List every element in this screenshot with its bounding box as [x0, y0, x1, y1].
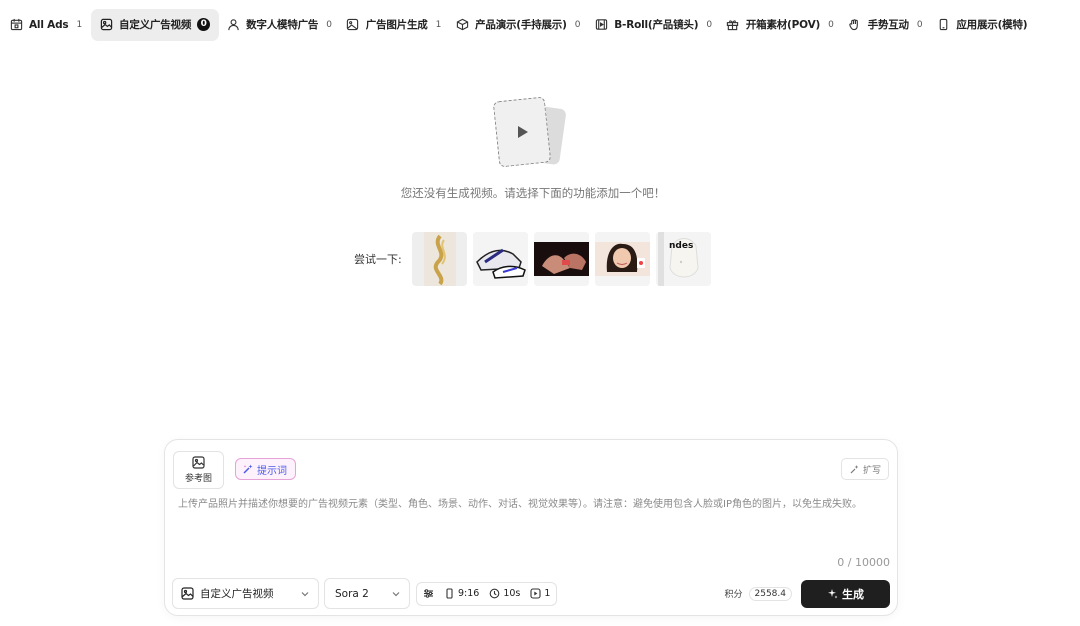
aspect-ratio-option[interactable]: 9:16 — [444, 588, 479, 599]
cube-icon — [455, 18, 469, 32]
prompt-composer: 参考图 提示词 扩写 0 / 10000 自定义广告视频 Sora 2 9:16 — [164, 439, 898, 616]
empty-video-illustration — [492, 96, 571, 170]
tab-label: 数字人模特广告 — [246, 19, 319, 31]
sample-thumbnails: ndes — [412, 232, 711, 286]
expand-label: 扩写 — [862, 465, 881, 476]
ad-type-select[interactable]: 自定义广告视频 — [172, 578, 319, 609]
prompt-tag-chip[interactable]: 提示词 — [235, 458, 296, 480]
tab-count: 0 — [574, 19, 581, 30]
image-upload-icon — [192, 456, 205, 469]
phone-icon — [446, 588, 453, 599]
chevron-down-icon — [392, 591, 400, 596]
image-icon — [181, 587, 194, 600]
gift-icon — [726, 18, 740, 32]
prompt-textarea[interactable] — [178, 497, 890, 557]
clock-icon — [489, 588, 500, 599]
video-options[interactable]: 9:16 10s 1 — [416, 581, 558, 606]
tab-label: B-Roll(产品镜头) — [614, 19, 699, 31]
tab-count: 0 — [916, 19, 923, 30]
settings-option[interactable] — [423, 588, 434, 599]
quantity-option[interactable]: 1 — [530, 588, 550, 599]
sparkle-icon — [850, 464, 859, 473]
sample-girl-selfie[interactable] — [595, 232, 650, 286]
gold-jewelry-image — [423, 232, 456, 286]
ad-type-tabs: All Ads 1 自定义广告视频 0 数字人模特广告 0 广告图片生成 1 产… — [0, 8, 1080, 41]
hands-product-image — [534, 232, 589, 286]
phone-icon — [936, 18, 950, 32]
tab-count: 0 — [828, 19, 834, 30]
char-counter: 0 / 10000 — [837, 556, 890, 569]
ad-type-value: 自定义广告视频 — [200, 588, 274, 600]
prompt-tag-label: 提示词 — [257, 465, 287, 477]
tab-unboxing-pov[interactable]: 开箱素材(POV) 0 — [721, 9, 841, 41]
tab-label: 产品演示(手持展示) — [475, 19, 567, 31]
play-icon — [518, 126, 528, 138]
credits-display: 积分 2558.4 — [724, 586, 792, 601]
try-samples-row: 尝试一下: ndes — [354, 232, 711, 286]
reference-image-label: 参考图 — [184, 474, 212, 484]
magic-icon — [243, 464, 253, 474]
generate-button[interactable]: 生成 — [801, 579, 890, 608]
tab-count: 1 — [435, 19, 442, 30]
chevron-down-icon — [301, 591, 309, 596]
tab-label: 广告图片生成 — [365, 19, 428, 31]
play-box-icon — [530, 588, 541, 599]
film-icon — [594, 18, 608, 32]
sliders-icon — [424, 589, 433, 598]
credits-label: 积分 — [724, 590, 743, 600]
tab-custom-ad-video[interactable]: 自定义广告视频 0 — [91, 8, 220, 41]
empty-state-message: 您还没有生成视频。请选择下面的功能添加一个吧！ — [400, 186, 666, 200]
svg-text:ndes: ndes — [669, 241, 693, 251]
card-front — [492, 96, 552, 168]
tab-all-ads[interactable]: All Ads 1 — [4, 9, 89, 41]
sneakers-image — [473, 232, 528, 286]
tab-count: 0 — [706, 19, 712, 30]
composer-toolbar: 自定义广告视频 Sora 2 9:16 10s 1 积分 2558.4 生成 — [172, 578, 890, 609]
try-label: 尝试一下: — [354, 253, 402, 266]
tab-count: 0 — [326, 19, 332, 30]
model-value: Sora 2 — [335, 587, 369, 600]
user-icon — [226, 18, 240, 32]
tab-count: 1 — [76, 19, 83, 30]
reference-image-button[interactable]: 参考图 — [173, 451, 224, 489]
tab-gesture-interaction[interactable]: 手势互动 0 — [843, 9, 930, 41]
tab-product-demo[interactable]: 产品演示(手持展示) 0 — [450, 9, 587, 41]
sample-hands-product[interactable] — [534, 232, 589, 286]
tab-label: All Ads — [29, 18, 69, 31]
duration-value: 10s — [503, 588, 521, 599]
sample-sweatshirt[interactable]: ndes — [656, 232, 711, 286]
quantity-value: 1 — [544, 588, 551, 599]
duration-option[interactable]: 10s — [489, 588, 520, 599]
picture-icon — [346, 18, 360, 32]
tab-digital-human-ad[interactable]: 数字人模特广告 0 — [221, 9, 339, 41]
tab-label: 应用展示(模特) — [956, 19, 1028, 31]
sample-sneakers[interactable] — [473, 232, 528, 286]
sweatshirt-image: ndes — [656, 232, 711, 286]
tab-label: 手势互动 — [867, 19, 909, 31]
calendar-icon — [9, 18, 23, 32]
tab-b-roll[interactable]: B-Roll(产品镜头) 0 — [589, 9, 719, 41]
tab-app-showcase[interactable]: 应用展示(模特) — [931, 9, 1032, 41]
tab-count: 0 — [197, 18, 211, 31]
tab-label: 开箱素材(POV) — [745, 19, 821, 31]
sample-gold-jewelry[interactable] — [412, 232, 467, 286]
girl-selfie-image — [595, 232, 650, 286]
credits-value: 2558.4 — [748, 586, 792, 601]
model-select[interactable]: Sora 2 — [324, 578, 410, 609]
generate-label: 生成 — [842, 587, 864, 601]
hand-icon — [848, 18, 862, 32]
tab-label: 自定义广告视频 — [119, 19, 192, 31]
sparkle-icon — [828, 589, 838, 599]
image-icon — [99, 18, 113, 32]
tab-ad-image-generation[interactable]: 广告图片生成 1 — [341, 9, 448, 41]
expand-button[interactable]: 扩写 — [840, 458, 889, 480]
aspect-ratio-value: 9:16 — [458, 588, 480, 599]
